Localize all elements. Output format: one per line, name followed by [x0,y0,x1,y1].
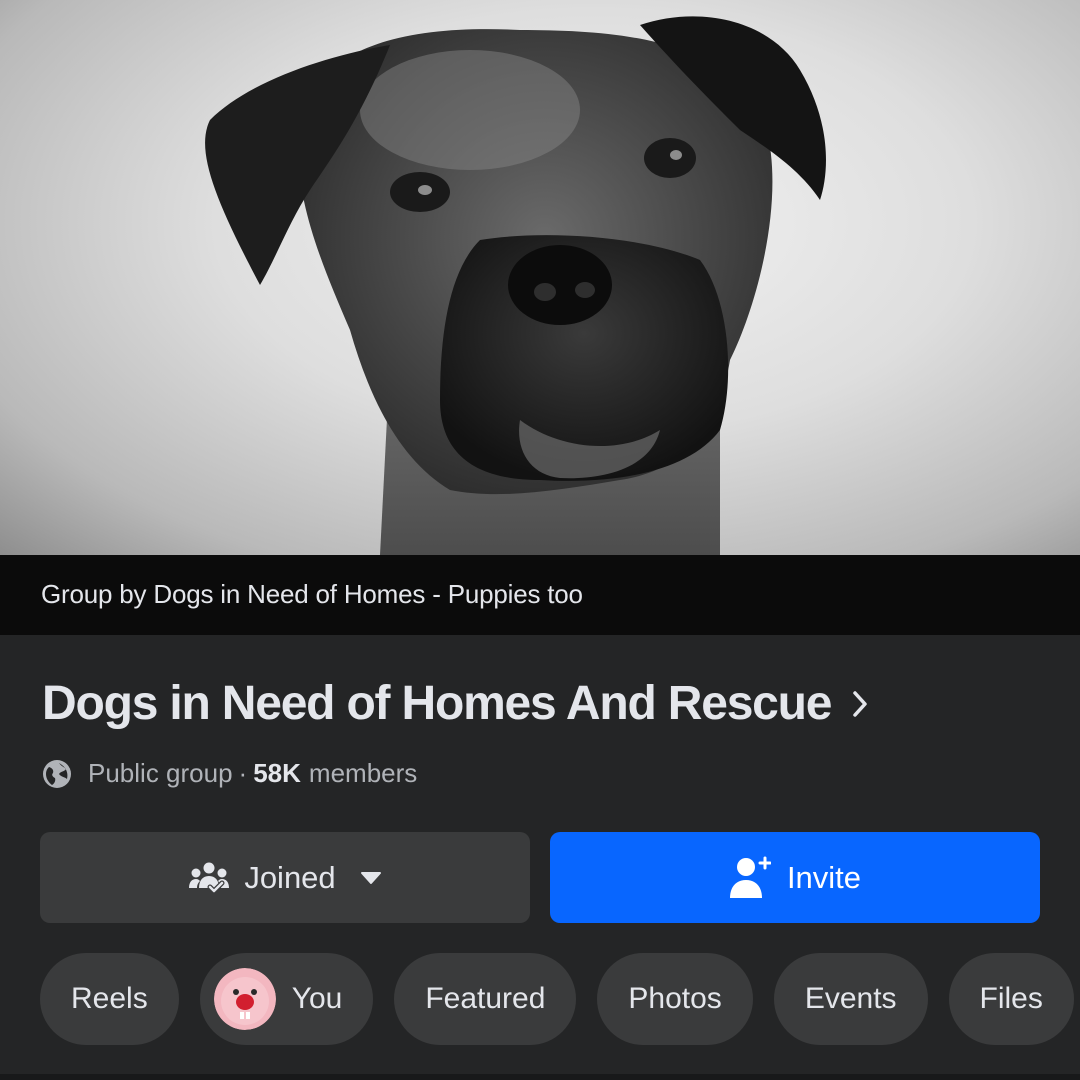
group-meta: Public group · 58K members [42,758,417,789]
privacy-label: Public group [88,758,233,788]
member-label: members [308,758,418,788]
tab-photos[interactable]: Photos [597,953,753,1045]
tab-reels[interactable]: Reels [40,953,179,1045]
cover-photo[interactable] [0,0,1080,555]
tab-label: Photos [628,982,722,1015]
group-members-icon [188,861,230,895]
tab-label: Events [804,982,897,1015]
invite-button[interactable]: Invite [550,832,1040,923]
divider [0,1074,1080,1080]
tab-events[interactable]: Events [773,953,928,1045]
tab-label: Files [979,982,1043,1015]
avatar [213,968,276,1030]
member-count: 58K [253,758,301,788]
tab-featured[interactable]: Featured [394,953,577,1045]
joined-label: Joined [244,859,336,895]
tab-files[interactable]: Files [948,953,1074,1045]
dog-portrait-image [205,16,826,555]
invite-label: Invite [786,859,862,895]
group-title[interactable]: Dogs in Need of Homes And Rescue [42,676,832,731]
group-tabs: Reels You Featured Photos Events Files [40,953,1074,1045]
globe-icon [43,759,71,788]
joined-button[interactable]: Joined [40,832,530,923]
tab-label: Featured [425,982,546,1015]
group-title-row[interactable]: Dogs in Need of Homes And Rescue [42,676,869,731]
tab-you[interactable]: You [199,953,374,1045]
caret-down-icon [360,871,382,885]
tab-label: You [291,982,343,1015]
add-person-icon [729,856,771,900]
meta-separator: · [238,758,248,788]
chevron-right-icon[interactable] [851,689,869,719]
cover-caption-bar: Group by Dogs in Need of Homes - Puppies… [0,555,1080,635]
tab-label: Reels [71,982,148,1015]
cover-caption: Group by Dogs in Need of Homes - Puppies… [41,579,583,609]
